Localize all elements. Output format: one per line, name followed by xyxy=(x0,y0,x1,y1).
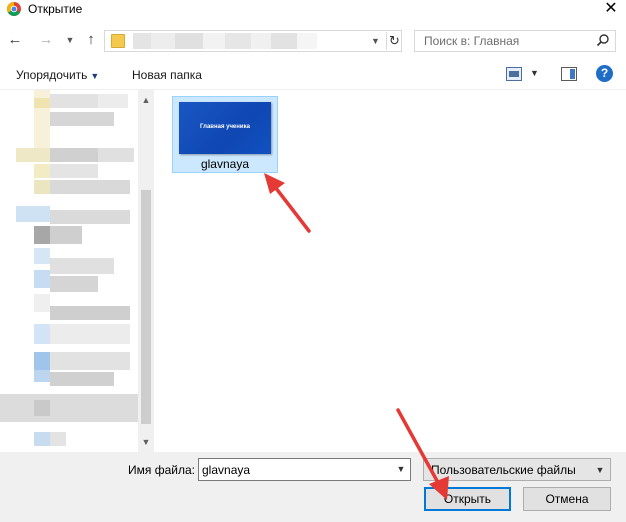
address-redacted xyxy=(203,33,225,49)
scroll-up-icon[interactable]: ▲ xyxy=(138,92,154,108)
address-redacted xyxy=(151,33,175,49)
scroll-down-icon[interactable]: ▼ xyxy=(138,434,154,450)
address-bar[interactable]: ▼ ↻ xyxy=(104,30,402,52)
preview-pane-icon[interactable] xyxy=(561,67,577,81)
file-type-select[interactable]: Пользовательские файлы ▼ xyxy=(423,458,611,481)
forward-button[interactable]: → xyxy=(38,31,54,49)
navigation-pane[interactable]: ▲ ▼ xyxy=(0,90,154,452)
change-view-icon[interactable] xyxy=(506,67,522,81)
new-folder-button[interactable]: Новая папка xyxy=(132,68,202,82)
window-title: Открытие xyxy=(28,2,83,16)
title-bar: Открытие ✕ xyxy=(0,0,626,22)
bottom-panel: Имя файла: ▼ Пользовательские файлы ▼ От… xyxy=(0,452,626,522)
help-icon[interactable]: ? xyxy=(596,65,613,82)
chevron-down-icon: ▼ xyxy=(90,71,100,81)
folder-icon xyxy=(111,34,125,48)
file-list: Главная ученика glavnaya xyxy=(157,90,626,452)
organize-button[interactable]: Упорядочить ▼ xyxy=(16,68,99,82)
navigation-scrollbar[interactable]: ▲ ▼ xyxy=(138,90,154,452)
refresh-button[interactable]: ↻ xyxy=(386,32,402,50)
up-folder-button[interactable]: ↑ xyxy=(83,31,99,49)
file-name: glavnaya xyxy=(200,157,250,171)
navigation-bar: ← → ▼ ↑ ▼ ↻ Поиск в: Главная xyxy=(0,22,626,60)
toolbar: Упорядочить ▼ Новая папка ▼ ? xyxy=(0,60,626,90)
recent-locations-dropdown[interactable]: ▼ xyxy=(62,31,78,49)
close-button[interactable]: ✕ xyxy=(596,0,626,20)
organize-label: Упорядочить xyxy=(16,68,88,82)
search-box[interactable]: Поиск в: Главная xyxy=(414,30,616,52)
file-type-value: Пользовательские файлы xyxy=(431,463,576,477)
address-redacted xyxy=(175,33,203,49)
file-thumbnail: Главная ученика xyxy=(179,102,271,154)
chevron-down-icon[interactable]: ▼ xyxy=(394,461,408,478)
file-item-glavnaya[interactable]: Главная ученика glavnaya xyxy=(172,96,278,173)
cancel-button[interactable]: Отмена xyxy=(523,487,611,511)
filename-input[interactable] xyxy=(202,461,387,478)
address-redacted xyxy=(251,33,271,49)
address-dropdown-icon[interactable]: ▼ xyxy=(371,33,380,49)
view-options-dropdown[interactable]: ▼ xyxy=(530,68,539,78)
thumbnail-caption: Главная ученика xyxy=(200,124,250,130)
chevron-down-icon: ▼ xyxy=(595,465,605,475)
address-redacted xyxy=(271,33,297,49)
search-icon xyxy=(596,34,609,47)
search-placeholder: Поиск в: Главная xyxy=(424,34,520,48)
address-redacted xyxy=(297,33,317,49)
chrome-icon xyxy=(7,2,21,16)
filename-label: Имя файла: xyxy=(128,463,195,477)
open-button[interactable]: Открыть xyxy=(424,487,511,511)
scrollbar-thumb[interactable] xyxy=(141,190,151,424)
address-redacted xyxy=(133,33,151,49)
filename-field[interactable]: ▼ xyxy=(198,458,411,481)
back-button[interactable]: ← xyxy=(7,31,23,49)
address-redacted xyxy=(225,33,251,49)
